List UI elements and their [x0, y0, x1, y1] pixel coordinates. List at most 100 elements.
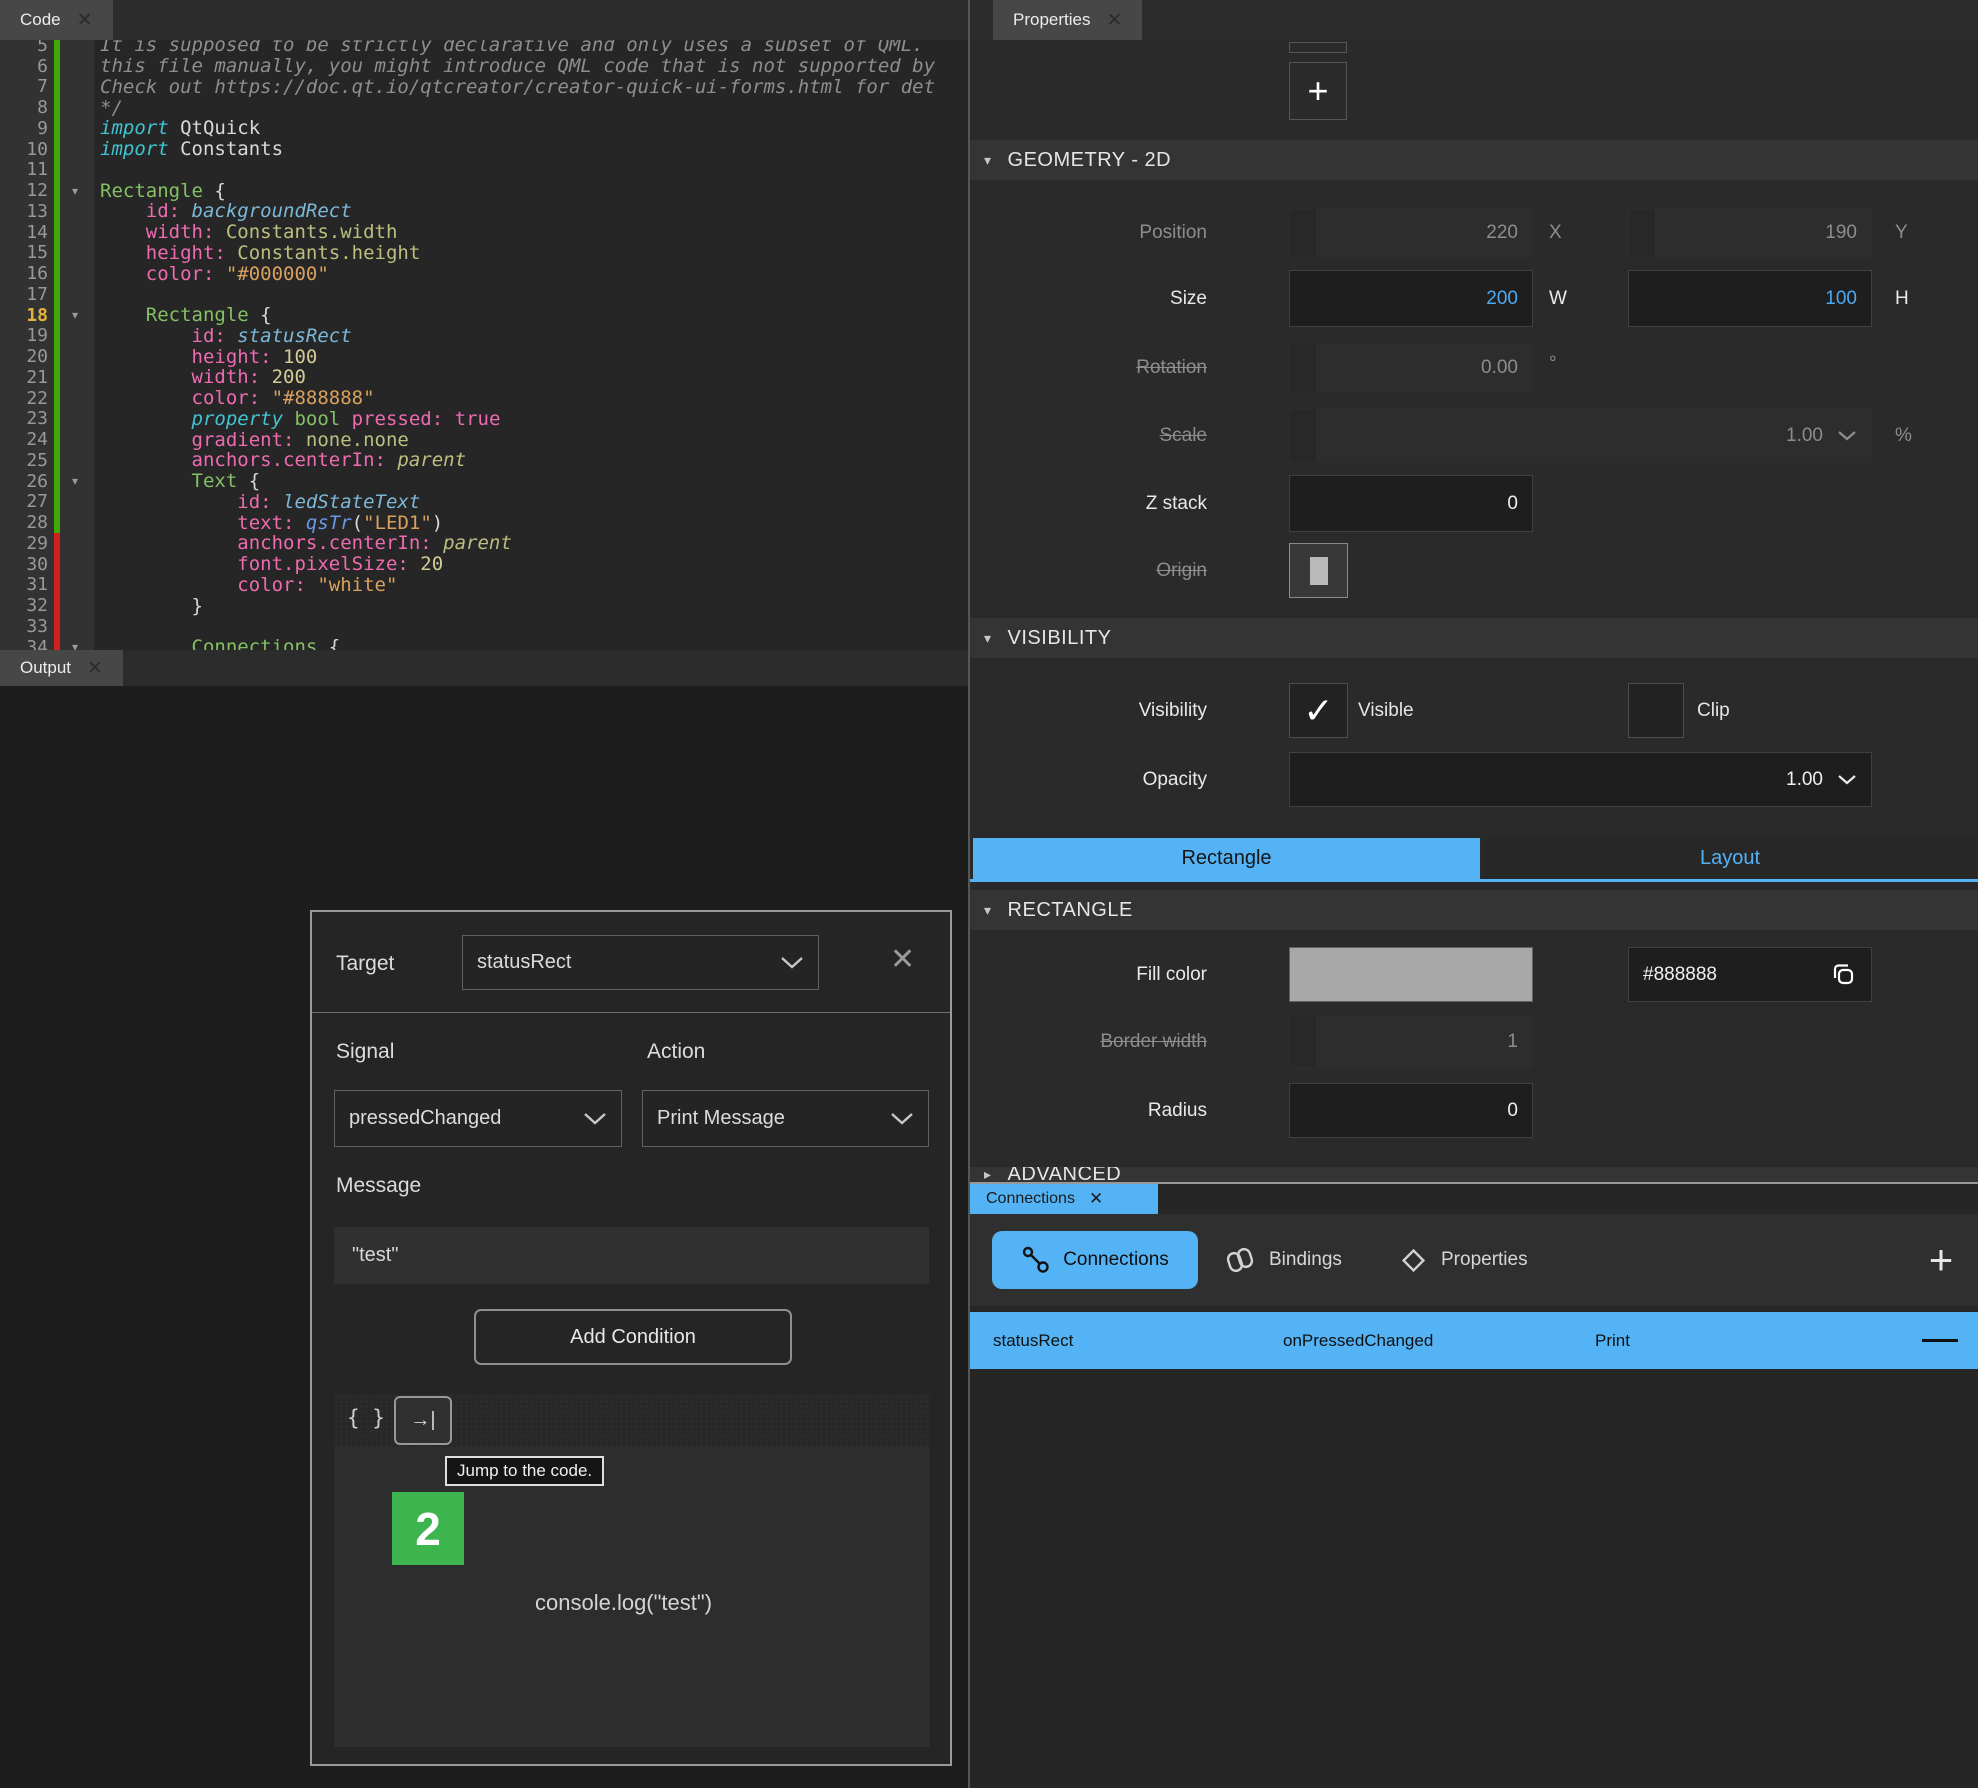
- code-line[interactable]: 24 gradient: none.none: [0, 429, 968, 450]
- line-number[interactable]: 21: [0, 367, 48, 388]
- code-line[interactable]: 15 height: Constants.height: [0, 243, 968, 264]
- line-number[interactable]: 16: [0, 263, 48, 284]
- code-line[interactable]: 20 height: 100: [0, 346, 968, 367]
- code-line[interactable]: 32 }: [0, 595, 968, 616]
- bindings-view-button[interactable]: Bindings: [1223, 1231, 1342, 1289]
- close-icon[interactable]: ✕: [1106, 11, 1122, 30]
- line-number[interactable]: 8: [0, 97, 48, 118]
- size-w-field[interactable]: 200: [1289, 270, 1533, 327]
- code-line[interactable]: 17: [0, 284, 968, 305]
- dialog-code-text[interactable]: console.log("test"): [535, 1590, 712, 1616]
- fold-icon[interactable]: ▾: [60, 184, 90, 198]
- code-line[interactable]: 19 id: statusRect: [0, 326, 968, 347]
- code-line[interactable]: 26▾ Text {: [0, 471, 968, 492]
- partial-button[interactable]: [1289, 42, 1347, 53]
- tab-connections[interactable]: Connections ✕: [970, 1184, 1158, 1214]
- chevron-down-icon[interactable]: [1837, 430, 1857, 441]
- add-property-button[interactable]: +: [1289, 62, 1347, 120]
- message-input[interactable]: "test": [334, 1227, 929, 1284]
- code-line[interactable]: 5It is supposed to be strictly declarati…: [0, 40, 968, 56]
- fold-icon[interactable]: ▾: [60, 640, 90, 650]
- target-dropdown[interactable]: statusRect: [462, 935, 819, 990]
- line-number[interactable]: 11: [0, 159, 48, 180]
- line-number[interactable]: 26: [0, 471, 48, 492]
- code-line[interactable]: 21 width: 200: [0, 367, 968, 388]
- code-line[interactable]: 7Check out https://doc.qt.io/qtcreator/c…: [0, 77, 968, 98]
- connection-row[interactable]: statusRect onPressedChanged Print: [970, 1312, 1978, 1369]
- code-line[interactable]: 25 anchors.centerIn: parent: [0, 450, 968, 471]
- fold-icon[interactable]: ▾: [60, 308, 90, 322]
- clip-checkbox[interactable]: [1628, 683, 1684, 738]
- tab-code[interactable]: Code ✕: [0, 0, 113, 40]
- remove-connection-button[interactable]: [1922, 1312, 1958, 1369]
- fill-color-swatch[interactable]: [1289, 947, 1533, 1002]
- radius-field[interactable]: 0: [1289, 1083, 1533, 1138]
- code-line[interactable]: 18▾ Rectangle {: [0, 305, 968, 326]
- size-h-field[interactable]: 100: [1628, 270, 1872, 327]
- code-line[interactable]: 12▾Rectangle {: [0, 180, 968, 201]
- code-line[interactable]: 27 id: ledStateText: [0, 492, 968, 513]
- tab-rectangle[interactable]: Rectangle: [973, 838, 1480, 879]
- tab-output[interactable]: Output ✕: [0, 650, 123, 686]
- signal-dropdown[interactable]: pressedChanged: [334, 1090, 622, 1147]
- zstack-field[interactable]: 0: [1289, 475, 1533, 532]
- line-number[interactable]: 7: [0, 76, 48, 97]
- section-visibility[interactable]: ▾ VISIBILITY: [970, 618, 1978, 658]
- close-icon[interactable]: ✕: [77, 11, 93, 30]
- code-line[interactable]: 9import QtQuick: [0, 118, 968, 139]
- line-number[interactable]: 18: [0, 305, 48, 326]
- code-line[interactable]: 33: [0, 616, 968, 637]
- line-number[interactable]: 31: [0, 574, 48, 595]
- connections-view-button[interactable]: Connections: [992, 1231, 1198, 1289]
- line-number[interactable]: 30: [0, 554, 48, 575]
- code-editor[interactable]: 5It is supposed to be strictly declarati…: [0, 40, 968, 650]
- line-number[interactable]: 5: [0, 40, 48, 56]
- copy-icon[interactable]: [1830, 961, 1857, 988]
- origin-button[interactable]: [1289, 543, 1348, 598]
- section-geometry[interactable]: ▾ GEOMETRY - 2D: [970, 140, 1978, 180]
- dialog-code-panel[interactable]: { } →| Jump to the code. 2 console.log("…: [334, 1394, 930, 1747]
- line-number[interactable]: 29: [0, 533, 48, 554]
- visible-checkbox[interactable]: ✓: [1289, 683, 1348, 738]
- dialog-close-icon[interactable]: ✕: [890, 945, 915, 975]
- code-line[interactable]: 28 text: qsTr("LED1"): [0, 512, 968, 533]
- braces-icon[interactable]: { }: [347, 1406, 385, 1430]
- section-rectangle[interactable]: ▾ RECTANGLE: [970, 890, 1978, 930]
- close-icon[interactable]: ✕: [1089, 1189, 1103, 1209]
- code-line[interactable]: 23 property bool pressed: true: [0, 409, 968, 430]
- code-line[interactable]: 34▾ Connections {: [0, 637, 968, 650]
- code-line[interactable]: 8*/: [0, 97, 968, 118]
- code-line[interactable]: 6this file manually, you might introduce…: [0, 56, 968, 77]
- line-number[interactable]: 19: [0, 325, 48, 346]
- add-condition-button[interactable]: Add Condition: [474, 1309, 792, 1365]
- line-number[interactable]: 6: [0, 56, 48, 77]
- chevron-down-icon[interactable]: [1837, 774, 1857, 785]
- line-number[interactable]: 14: [0, 222, 48, 243]
- code-line[interactable]: 10import Constants: [0, 139, 968, 160]
- line-number[interactable]: 23: [0, 408, 48, 429]
- code-line[interactable]: 22 color: "#888888": [0, 388, 968, 409]
- line-number[interactable]: 17: [0, 284, 48, 305]
- line-number[interactable]: 32: [0, 595, 48, 616]
- line-number[interactable]: 13: [0, 201, 48, 222]
- line-number[interactable]: 9: [0, 118, 48, 139]
- code-line[interactable]: 30 font.pixelSize: 20: [0, 554, 968, 575]
- autocomplete-badge[interactable]: 2: [392, 1492, 464, 1565]
- line-number[interactable]: 27: [0, 491, 48, 512]
- fill-color-hex-field[interactable]: #888888: [1628, 947, 1872, 1002]
- code-line[interactable]: 29 anchors.centerIn: parent: [0, 533, 968, 554]
- code-line[interactable]: 31 color: "white": [0, 575, 968, 596]
- section-advanced[interactable]: ▸ ADVANCED: [970, 1167, 1978, 1182]
- line-number[interactable]: 10: [0, 139, 48, 160]
- line-number[interactable]: 33: [0, 616, 48, 637]
- code-line[interactable]: 13 id: backgroundRect: [0, 201, 968, 222]
- line-number[interactable]: 15: [0, 242, 48, 263]
- line-number[interactable]: 20: [0, 346, 48, 367]
- code-line[interactable]: 14 width: Constants.width: [0, 222, 968, 243]
- tab-layout[interactable]: Layout: [1483, 838, 1977, 879]
- code-line[interactable]: 11: [0, 160, 968, 181]
- code-line[interactable]: 16 color: "#000000": [0, 263, 968, 284]
- line-number[interactable]: 34: [0, 637, 48, 650]
- properties-view-button[interactable]: Properties: [1398, 1231, 1528, 1289]
- close-icon[interactable]: ✕: [87, 659, 103, 678]
